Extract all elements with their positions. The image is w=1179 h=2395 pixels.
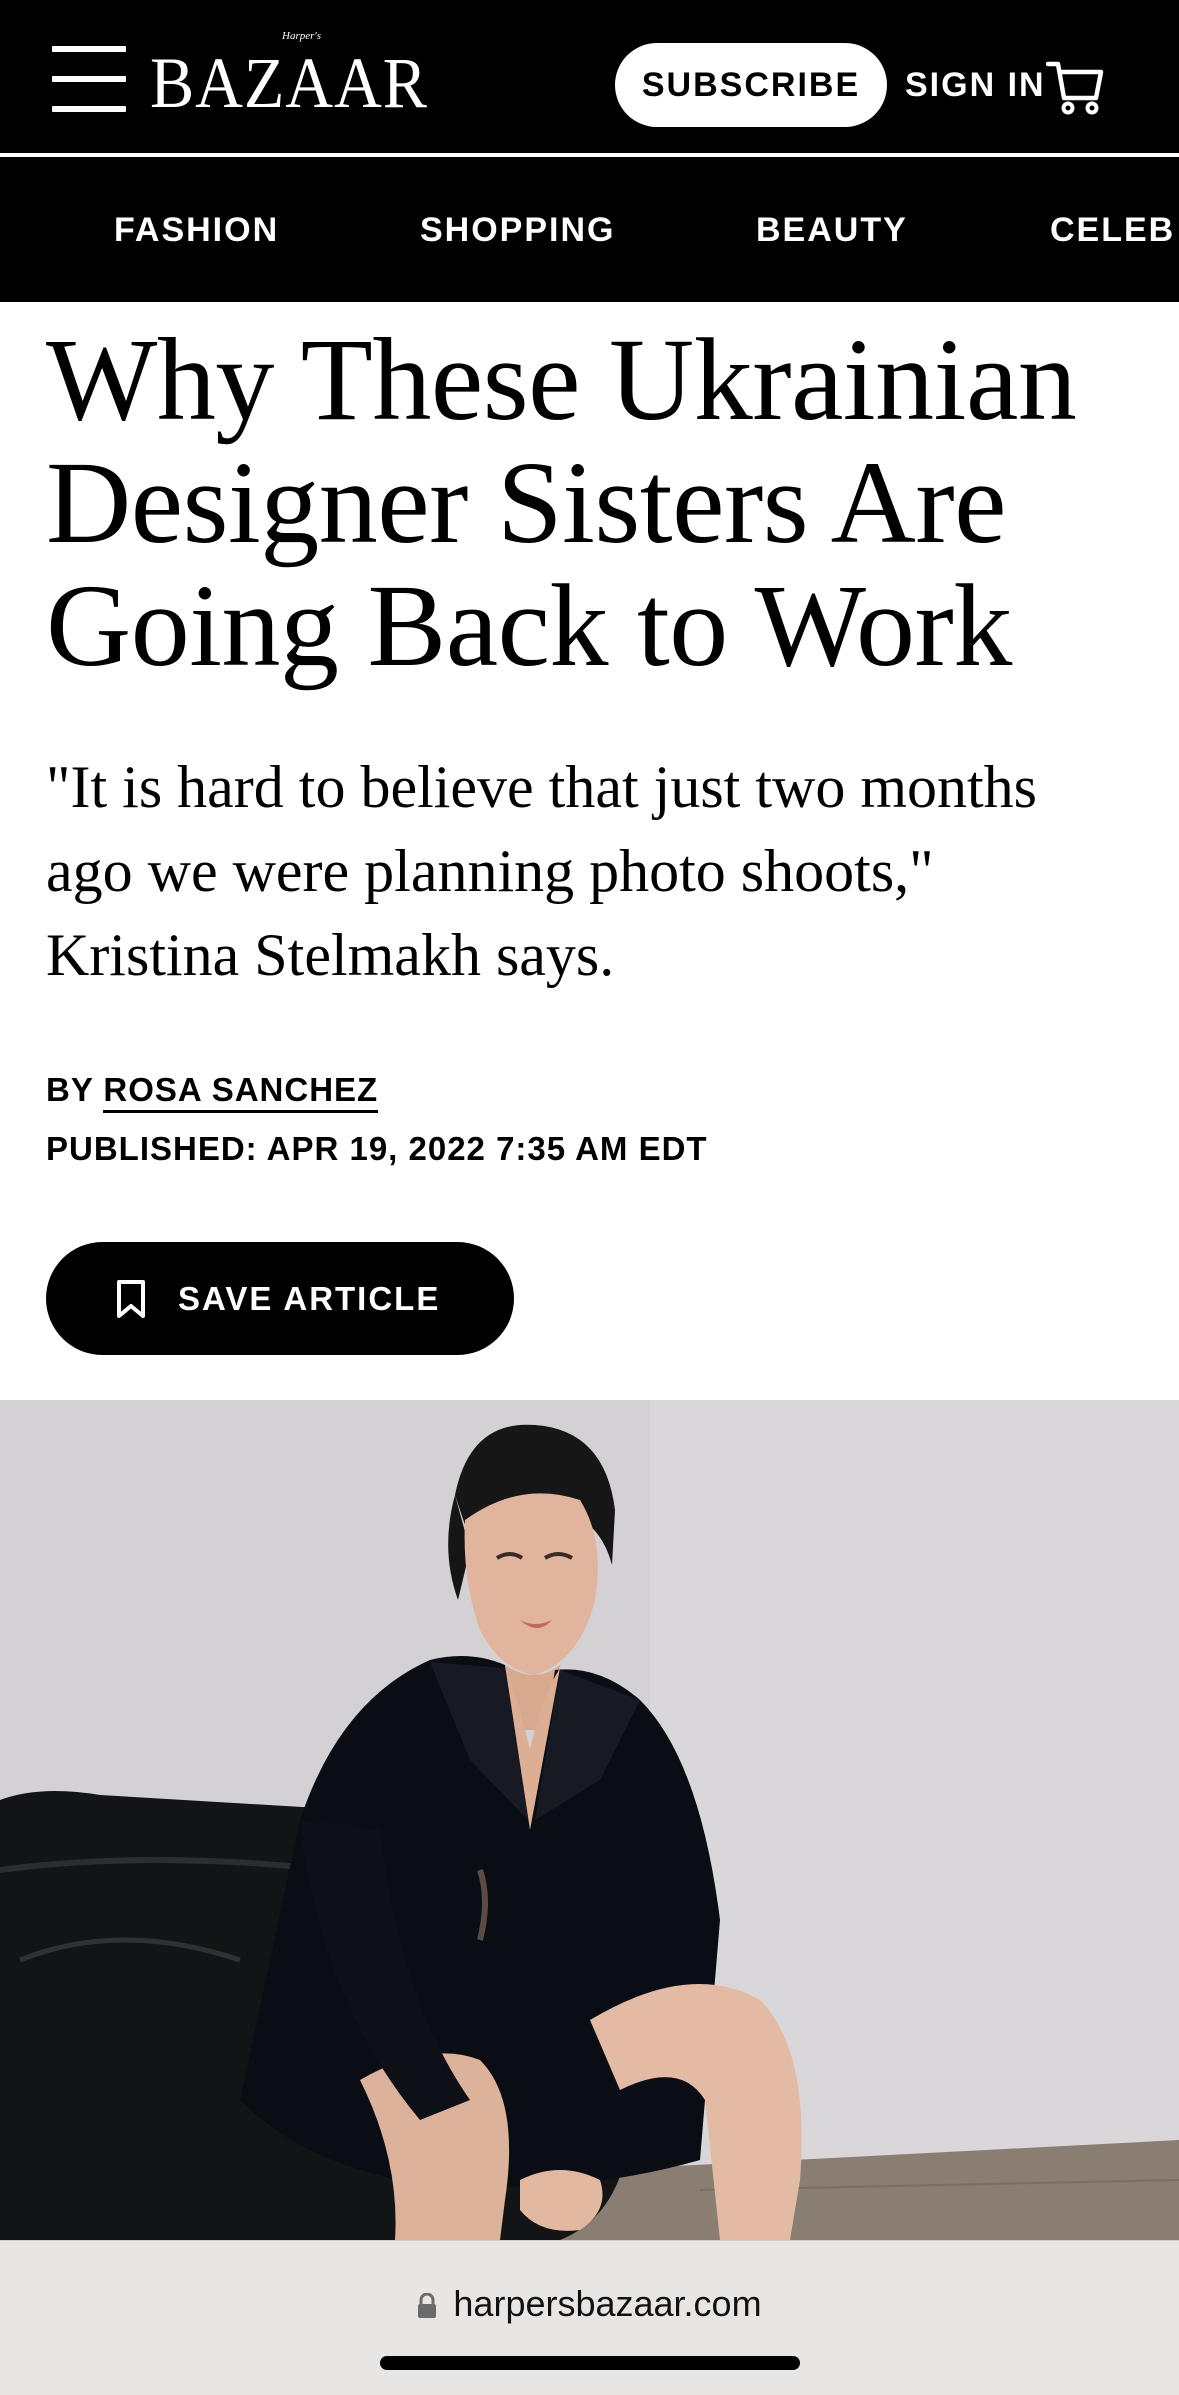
lock-icon xyxy=(418,2293,437,2319)
url-text: harpersbazaar.com xyxy=(453,2283,762,2324)
cart-icon[interactable] xyxy=(1046,58,1104,116)
site-header: Harper's BAZAAR SUBSCRIBE SIGN IN xyxy=(0,0,1179,157)
site-logo[interactable]: BAZAAR xyxy=(150,38,428,128)
headline-line: Going Back to Work xyxy=(46,560,1012,691)
browser-address-bar[interactable]: harpersbazaar.com xyxy=(0,2240,1179,2395)
article-hero-image xyxy=(0,1400,1179,2240)
headline-line: Designer Sisters Are xyxy=(46,437,1007,568)
sign-in-link[interactable]: SIGN IN xyxy=(905,58,1046,112)
section-nav: FASHION SHOPPING BEAUTY CELEB xyxy=(0,157,1179,302)
nav-item-celeb[interactable]: CELEB xyxy=(1050,205,1175,255)
bookmark-icon xyxy=(117,1279,145,1318)
hamburger-icon[interactable] xyxy=(52,46,126,112)
nav-item-fashion[interactable]: FASHION xyxy=(114,205,279,255)
hamburger-line xyxy=(52,106,126,112)
hamburger-line xyxy=(52,46,126,52)
save-article-label: SAVE ARTICLE xyxy=(178,1279,441,1317)
dek-line: "It is hard to believe that just two mon… xyxy=(46,754,1038,820)
nav-item-beauty[interactable]: BEAUTY xyxy=(756,205,908,255)
dek-line: ago we were planning photo shoots," xyxy=(46,838,934,904)
subscribe-button[interactable]: SUBSCRIBE xyxy=(615,43,887,127)
save-article-button[interactable]: SAVE ARTICLE xyxy=(46,1242,514,1355)
article-dek: "It is hard to believe that just two mon… xyxy=(46,745,1156,997)
article-headline: Why These Ukrainian Designer Sisters Are… xyxy=(46,318,1146,687)
hero-photo xyxy=(0,1400,1179,2240)
nav-item-shopping[interactable]: SHOPPING xyxy=(420,205,615,255)
byline-prefix: BY xyxy=(46,1071,94,1108)
publish-date: PUBLISHED: APR 19, 2022 7:35 AM EDT xyxy=(46,1130,708,1167)
author-link[interactable]: ROSA SANCHEZ xyxy=(103,1071,379,1113)
home-indicator[interactable] xyxy=(380,2356,800,2370)
byline: BY ROSA SANCHEZ xyxy=(46,1067,379,1113)
url-display[interactable]: harpersbazaar.com xyxy=(0,2281,1179,2327)
dek-line: Kristina Stelmakh says. xyxy=(46,922,615,988)
hamburger-line xyxy=(52,76,126,82)
headline-line: Why These Ukrainian xyxy=(46,314,1077,445)
